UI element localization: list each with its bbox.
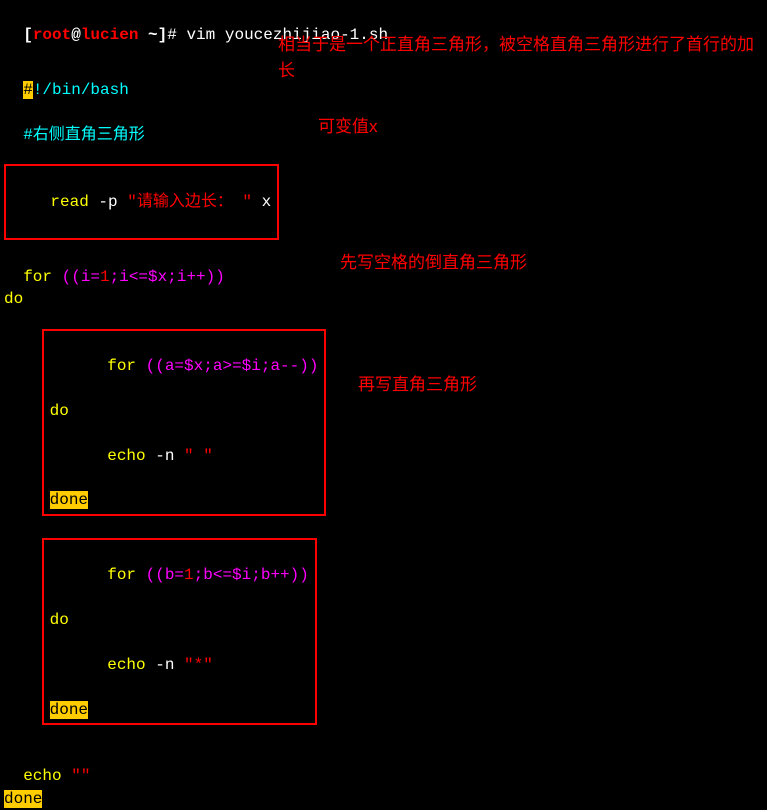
comment-line: #右侧直角三角形 (4, 102, 763, 147)
comment-text: #右侧直角三角形 (23, 126, 145, 144)
echo-empty-str: "" (71, 767, 90, 785)
read-box: read -p "请输入边长： " x (4, 164, 279, 239)
shebang-text: !/bin/bash (33, 81, 129, 99)
prompt-hash: # (167, 26, 186, 44)
prompt-tilde: ~ (138, 26, 157, 44)
for-paren1: ((i= (62, 268, 100, 286)
echo-b-kw: echo (107, 656, 145, 674)
echo-empty-line: echo "" (4, 743, 763, 788)
echo-a-line: echo -n " " (50, 422, 319, 489)
bracket-close: ] (158, 26, 168, 44)
annotation-var: 可变值x (318, 114, 378, 140)
for-a-line: for ((a=$x;a>=$i;a--)) (50, 333, 319, 400)
for-a-paren: ((a=$x;a>=$i;a--)) (146, 357, 319, 375)
for-one: 1 (100, 268, 110, 286)
annotation-main: 相当于是一个正直角三角形，被空格直角三角形进行了首行的加长 (278, 32, 758, 83)
echo-b-line: echo -n "*" (50, 631, 309, 698)
annotation-space: 先写空格的倒直角三角形 (340, 250, 527, 276)
for-b-kw: for (107, 566, 145, 584)
read-var: x (252, 193, 271, 211)
prompt-at: @ (71, 26, 81, 44)
read-flag: -p (89, 193, 127, 211)
for-b-paren1: ((b= (146, 566, 184, 584)
for-paren2: ;i<=$x;i++)) (110, 268, 225, 286)
do-outer: do (4, 288, 763, 310)
for-kw: for (23, 268, 61, 286)
shebang-hash: # (23, 81, 33, 99)
echo-b-flag: -n (146, 656, 184, 674)
for-b-paren2: ;b<=$i;b++)) (194, 566, 309, 584)
do-b: do (50, 609, 309, 631)
done-outer: done (4, 788, 763, 810)
read-string: "请输入边长： " (127, 193, 252, 211)
echo-empty-kw: echo (23, 767, 71, 785)
read-keyword: read (50, 193, 88, 211)
done-b: done (50, 699, 309, 721)
for-b-box: for ((b=1;b<=$i;b++)) do echo -n "*" don… (42, 538, 317, 725)
bracket-open: [ (23, 26, 33, 44)
annotation-triangle: 再写直角三角形 (358, 372, 477, 398)
prompt-user: root (33, 26, 71, 44)
for-b-line: for ((b=1;b<=$i;b++)) (50, 542, 309, 609)
echo-a-flag: -n (146, 447, 184, 465)
for-a-box: for ((a=$x;a>=$i;a--)) do echo -n " " do… (42, 329, 327, 516)
for-b-one: 1 (184, 566, 194, 584)
echo-a-str: " " (184, 447, 213, 465)
read-line: read -p "请输入边长： " x (12, 168, 271, 235)
prompt-host: lucien (81, 26, 139, 44)
echo-b-str: "*" (184, 656, 213, 674)
echo-a-kw: echo (107, 447, 145, 465)
do-a: do (50, 400, 319, 422)
for-a-kw: for (107, 357, 145, 375)
done-a: done (50, 489, 319, 511)
